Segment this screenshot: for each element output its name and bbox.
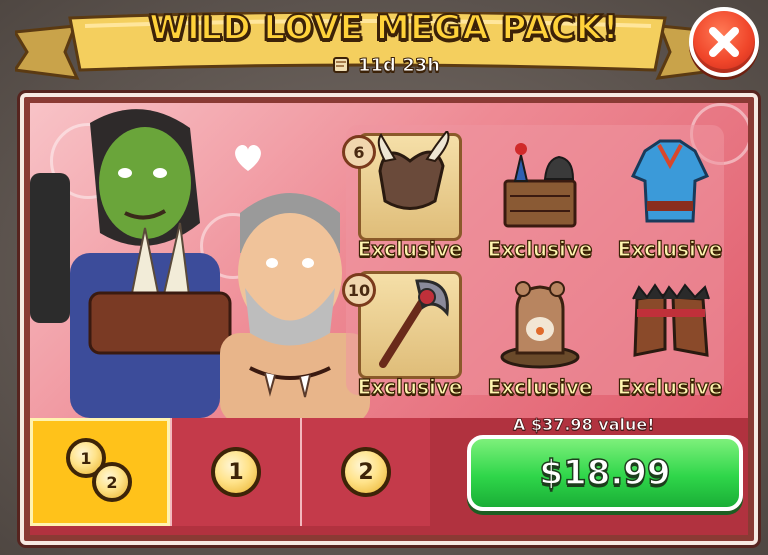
dresser-icon — [503, 143, 577, 228]
timer-text: 11d 23h — [357, 54, 441, 76]
item-label: Exclusive — [357, 236, 463, 261]
item-label: Exclusive — [617, 374, 723, 399]
scroll-icon — [333, 57, 349, 73]
coin-2-badge: 2 — [341, 447, 391, 497]
item-bone-axe[interactable]: 10 Exclusive — [342, 263, 470, 400]
item-label: Exclusive — [487, 374, 593, 399]
bone-axe-icon — [379, 279, 449, 368]
coin-1-badge: 1 — [211, 447, 261, 497]
horned-helmet-icon — [377, 131, 450, 210]
item-horned-helmet[interactable]: 6 Exclusive — [342, 125, 470, 262]
option-combo[interactable]: 1 2 — [30, 418, 170, 526]
combo-coins: 1 2 — [60, 432, 140, 512]
option-double[interactable]: 2 — [300, 418, 430, 526]
value-text: A $37.98 value! — [513, 415, 655, 435]
option-single[interactable]: 1 — [170, 418, 300, 526]
item-label: Exclusive — [487, 236, 593, 261]
pack-artwork: 6 Exclusive Exclusive Exclusive 10 Exclu… — [30, 103, 748, 418]
fur-boots-icon — [632, 283, 710, 357]
coin-2-badge: 2 — [92, 462, 132, 502]
item-fur-boots[interactable]: Exclusive — [610, 263, 730, 400]
price-label: $18.99 — [539, 452, 672, 494]
tunic-icon — [630, 139, 710, 223]
item-label: Exclusive — [617, 236, 723, 261]
quantity-badge: 6 — [342, 135, 376, 169]
timer: 11d 23h — [330, 52, 441, 78]
bear-statue-icon — [500, 281, 580, 369]
item-dresser-decor[interactable]: Exclusive — [480, 125, 600, 262]
item-bear-statue[interactable]: Exclusive — [480, 263, 600, 400]
pack-title: WILD LOVE MEGA PACK! — [148, 7, 619, 49]
offer-panel: 6 Exclusive Exclusive Exclusive 10 Exclu… — [20, 93, 758, 545]
close-button[interactable] — [689, 7, 759, 77]
buy-button[interactable]: $18.99 — [467, 435, 743, 511]
quantity-badge: 10 — [342, 273, 376, 307]
close-icon — [709, 27, 739, 57]
item-label: Exclusive — [357, 374, 463, 399]
item-blue-tunic[interactable]: Exclusive — [610, 125, 730, 262]
